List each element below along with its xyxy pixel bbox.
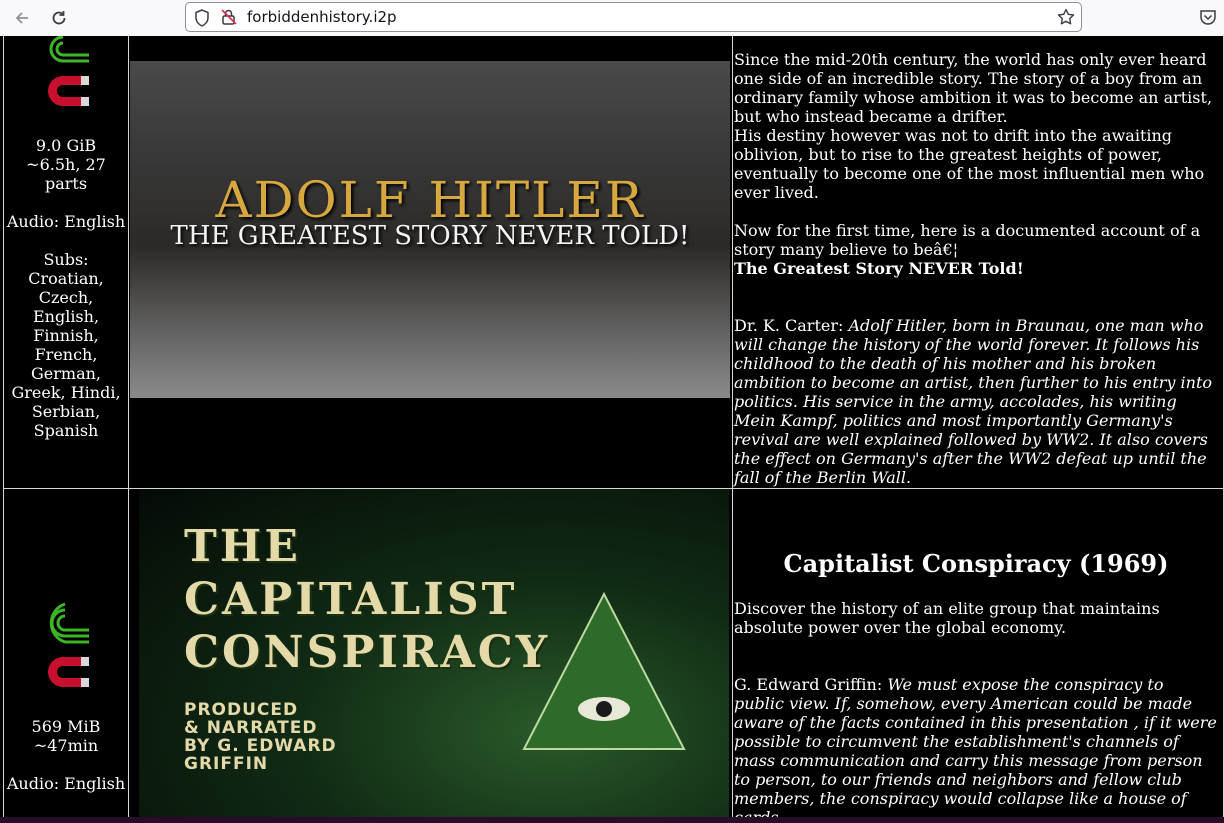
row1-thumb-cell: ADOLF HITLER THE GREATEST STORY NEVER TO… <box>128 36 733 489</box>
description-paragraph: Now for the first time, here is a docume… <box>734 221 1201 259</box>
url-text[interactable]: forbiddenhistory.i2p <box>247 8 397 26</box>
thumbnail-line: CAPITALIST <box>184 574 518 625</box>
row2-meta-cell: 569 MiB ~47min Audio: English <box>3 488 129 823</box>
review-text: We must expose the conspiracy to public … <box>734 675 1217 823</box>
url-bar[interactable]: forbiddenhistory.i2p <box>185 2 1082 32</box>
row2-desc-cell: Capitalist Conspiracy (1969) Discover th… <box>732 488 1224 823</box>
description-paragraph: His destiny however was not to drift int… <box>734 126 1205 202</box>
description-paragraph: Discover the history of an elite group t… <box>734 599 1160 637</box>
thumbnail-credit: GRIFFIN <box>184 754 269 774</box>
i2p-snark-icon[interactable] <box>43 36 91 63</box>
subs-label: Subs: <box>43 250 89 269</box>
bottom-scroll-edge <box>0 817 1224 823</box>
pocket-icon[interactable] <box>1199 8 1217 26</box>
thumbnail-line: THE <box>184 521 301 572</box>
capitalist-conspiracy-thumbnail[interactable]: THE CAPITALIST CONSPIRACY PRODUCED & NAR… <box>139 489 729 823</box>
back-arrow-icon[interactable] <box>10 6 34 30</box>
insecure-lock-icon[interactable] <box>220 8 238 26</box>
thumbnail-credit: & NARRATED <box>184 718 318 738</box>
row2-thumb-cell: THE CAPITALIST CONSPIRACY PRODUCED & NAR… <box>128 488 733 823</box>
magnet-icon[interactable] <box>45 654 91 690</box>
thumbnail-subtitle: THE GREATEST STORY NEVER TOLD! <box>170 221 690 251</box>
row1-meta-cell: 9.0 GiB ~6.5h, 27 parts Audio: English S… <box>3 36 129 489</box>
bookmark-star-icon[interactable] <box>1057 8 1075 26</box>
row2-description: Discover the history of an elite group t… <box>734 599 1218 823</box>
file-size: 569 MiB <box>31 717 101 736</box>
review-author: G. Edward Griffin: <box>734 675 883 694</box>
row1-meta-text: 9.0 GiB ~6.5h, 27 parts Audio: English S… <box>4 136 128 440</box>
reload-icon[interactable] <box>47 6 71 30</box>
audio-language: Audio: English <box>6 774 126 793</box>
browser-toolbar: forbiddenhistory.i2p <box>0 0 1224 37</box>
review-author: Dr. K. Carter: <box>734 316 844 335</box>
row1-desc-cell: Since the mid-20th century, the world ha… <box>732 36 1224 489</box>
shield-icon[interactable] <box>194 9 210 27</box>
subtitle-languages: Croatian, Czech, English, Finnish, Frenc… <box>11 269 121 440</box>
duration: ~6.5h, 27 parts <box>26 155 106 193</box>
file-size: 9.0 GiB <box>35 136 97 155</box>
i2p-snark-icon[interactable] <box>43 602 91 644</box>
review-text: Adolf Hitler, born in Braunau, one man w… <box>734 316 1213 487</box>
magnet-icon[interactable] <box>45 73 91 109</box>
thumbnail-credit: BY G. EDWARD <box>184 736 337 756</box>
hitler-documentary-thumbnail[interactable]: ADOLF HITLER THE GREATEST STORY NEVER TO… <box>130 61 730 398</box>
audio-language: Audio: English <box>6 212 126 231</box>
row1-description: Since the mid-20th century, the world ha… <box>734 50 1218 487</box>
row2-meta-text: 569 MiB ~47min Audio: English <box>4 717 128 793</box>
duration: ~47min <box>33 736 99 755</box>
page-content: 9.0 GiB ~6.5h, 27 parts Audio: English S… <box>0 36 1224 823</box>
video-title: Capitalist Conspiracy (1969) <box>783 549 1169 578</box>
description-bold-title: The Greatest Story NEVER Told! <box>734 259 1024 278</box>
thumbnail-line: CONSPIRACY <box>184 627 551 678</box>
description-paragraph: Since the mid-20th century, the world ha… <box>734 50 1213 126</box>
thumbnail-credit: PRODUCED <box>184 700 299 720</box>
